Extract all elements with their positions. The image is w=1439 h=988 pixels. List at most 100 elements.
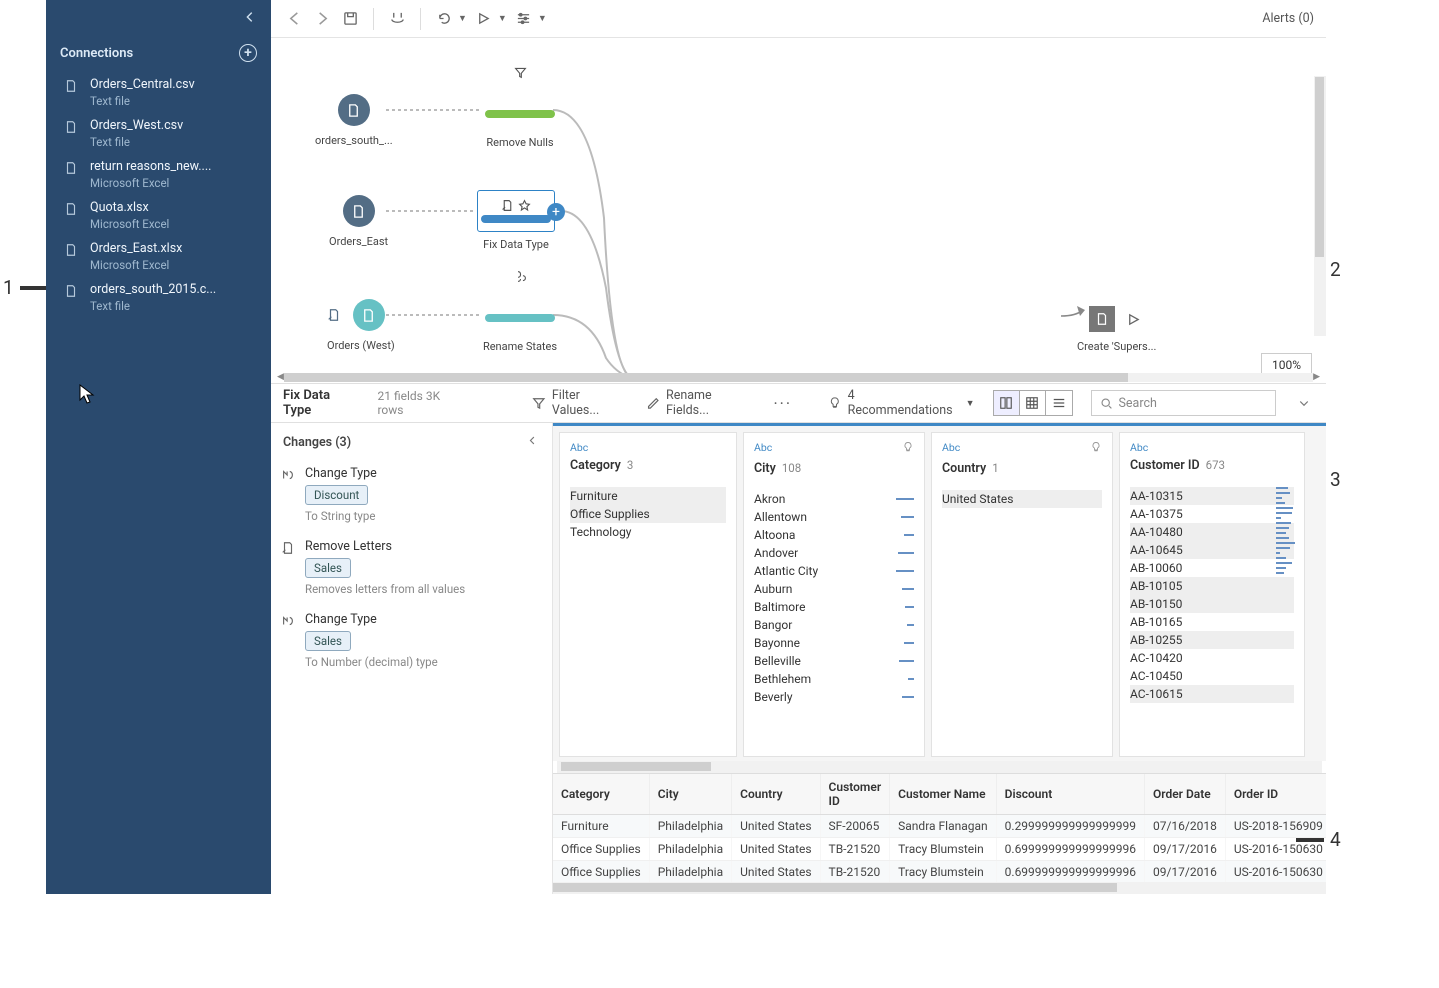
connection-item[interactable]: Orders_Central.csvText file [46,72,271,113]
value-row[interactable]: Auburn [754,580,914,598]
change-icon [281,541,297,596]
list-view-icon[interactable] [1046,391,1072,415]
run-flow-button[interactable] [473,8,495,30]
table-row[interactable]: Office SuppliesPhiladelphiaUnited States… [553,861,1326,883]
value-row[interactable]: Altoona [754,526,914,544]
value-row[interactable]: AA-10645 [1130,541,1294,559]
profile-toolbar: Fix Data Type 21 fields 3K rows Filter V… [271,383,1326,423]
refresh-button[interactable] [433,8,455,30]
profile-card[interactable]: Abc Customer ID673 AA-10315AA-10375AA-10… [1119,432,1305,757]
change-item[interactable]: Remove Letters Sales Removes letters fro… [279,533,544,606]
value-row[interactable]: AA-10315 [1130,487,1294,505]
canvas-v-scrollbar[interactable] [1314,76,1326,336]
cards-h-scrollbar[interactable] [557,761,1322,773]
app-toolbar: ▼ ▼ ▼ Alerts (0) [271,0,1326,38]
profile-card[interactable]: Abc Country1 United States [931,432,1113,757]
input-node-orders-south[interactable]: orders_south_... [315,94,393,147]
value-row[interactable]: Office Supplies [570,505,726,523]
value-row[interactable]: Technology [570,523,726,541]
input-node-orders-west[interactable]: Orders (West) [327,299,395,352]
step-remove-nulls[interactable]: Remove Nulls [481,88,559,149]
value-row[interactable]: AB-10165 [1130,613,1294,631]
connection-item[interactable]: Orders_East.xlsxMicrosoft Excel [46,236,271,277]
data-grid[interactable]: CategoryCityCountryCustomer IDCustomer N… [553,773,1326,894]
value-row[interactable]: AC-10420 [1130,649,1294,667]
value-row[interactable]: AB-10105 [1130,577,1294,595]
column-header[interactable]: Order Date [1144,774,1225,815]
value-row[interactable]: Belleville [754,652,914,670]
back-button[interactable] [283,8,305,30]
profile-card[interactable]: Abc City108 AkronAllentownAltoonaAndover… [743,432,925,757]
connection-item[interactable]: Orders_West.csvText file [46,113,271,154]
search-input[interactable]: Search [1091,390,1277,416]
value-row[interactable]: Akron [754,490,914,508]
table-row[interactable]: FurniturePhiladelphiaUnited StatesSF-200… [553,815,1326,838]
recommendations-button[interactable]: 4 Recommendations ▼ [828,388,974,418]
change-item[interactable]: Change Type Sales To Number (decimal) ty… [279,606,544,679]
value-row[interactable]: AA-10375 [1130,505,1294,523]
value-row[interactable]: Bayonne [754,634,914,652]
connection-item[interactable]: return reasons_new....Microsoft Excel [46,154,271,195]
value-row[interactable]: United States [942,490,1102,508]
output-node[interactable]: Create 'Supers... [1077,306,1156,353]
value-row[interactable]: Furniture [570,487,726,505]
input-node-orders-east[interactable]: Orders_East [329,195,388,248]
column-header[interactable]: Discount [996,774,1144,815]
profile-card[interactable]: Abc Category3 FurnitureOffice SuppliesTe… [559,432,737,757]
value-row[interactable]: Atlantic City [754,562,914,580]
alerts-indicator[interactable]: Alerts (0) [1262,11,1314,26]
table-row[interactable]: Office SuppliesPhiladelphiaUnited States… [553,838,1326,861]
column-header[interactable]: City [649,774,731,815]
settings-button[interactable] [513,8,535,30]
add-step-button[interactable]: + [547,203,565,221]
value-row[interactable]: Bangor [754,616,914,634]
value-row[interactable]: AA-10480 [1130,523,1294,541]
connection-item[interactable]: orders_south_2015.c...Text file [46,277,271,318]
changes-collapse-button[interactable] [527,435,538,450]
rename-fields-button[interactable]: Rename Fields... [646,388,755,418]
canvas-h-scrollbar[interactable]: ◀ ▶ [277,371,1320,383]
step-rename-states[interactable]: Rename States [481,292,559,353]
value-row[interactable]: Bethlehem [754,670,914,688]
value-row[interactable]: Andover [754,544,914,562]
more-options-button[interactable]: ··· [773,394,792,413]
value-row[interactable]: Baltimore [754,598,914,616]
value-row[interactable]: AC-10615 [1130,685,1294,703]
file-icon [64,243,80,272]
flow-canvas[interactable]: orders_south_... Orders_East Orders (Wes… [271,38,1326,383]
lightbulb-icon[interactable] [1090,441,1102,457]
connection-item[interactable]: Quota.xlsxMicrosoft Excel [46,195,271,236]
grid-view-icon[interactable] [1020,391,1046,415]
value-row[interactable]: AC-10450 [1130,667,1294,685]
changes-panel: Changes (3) Change Type Discount To Stri… [271,423,553,894]
column-header[interactable]: Customer ID [820,774,890,815]
change-item[interactable]: Change Type Discount To String type [279,460,544,533]
file-icon [64,284,80,313]
column-header[interactable]: Order ID [1225,774,1326,815]
lightbulb-icon[interactable] [902,441,914,457]
column-header[interactable]: Country [732,774,820,815]
view-toggle[interactable] [993,390,1073,416]
file-icon [64,202,80,231]
value-row[interactable]: AB-10255 [1130,631,1294,649]
value-row[interactable]: Allentown [754,508,914,526]
changes-title: Changes (3) [283,435,351,450]
value-row[interactable]: AB-10060 [1130,559,1294,577]
add-connection-button[interactable]: + [239,44,257,62]
save-button[interactable] [339,8,361,30]
column-header[interactable]: Customer Name [890,774,997,815]
value-row[interactable]: AB-10150 [1130,595,1294,613]
value-row[interactable]: Beverly [754,688,914,706]
grid-h-scrollbar[interactable] [553,882,1326,894]
sidebar-collapse-button[interactable] [243,10,257,28]
connect-button[interactable] [386,8,408,30]
filter-values-button[interactable]: Filter Values... [532,388,628,418]
step-fix-data-type[interactable]: + Fix Data Type [477,190,555,251]
file-icon [64,161,80,190]
column-header[interactable]: Category [553,774,649,815]
profile-view-icon[interactable] [994,391,1020,415]
expand-button[interactable] [1294,397,1314,409]
forward-button[interactable] [311,8,333,30]
run-output-button[interactable] [1123,308,1145,330]
change-icon [281,468,297,523]
